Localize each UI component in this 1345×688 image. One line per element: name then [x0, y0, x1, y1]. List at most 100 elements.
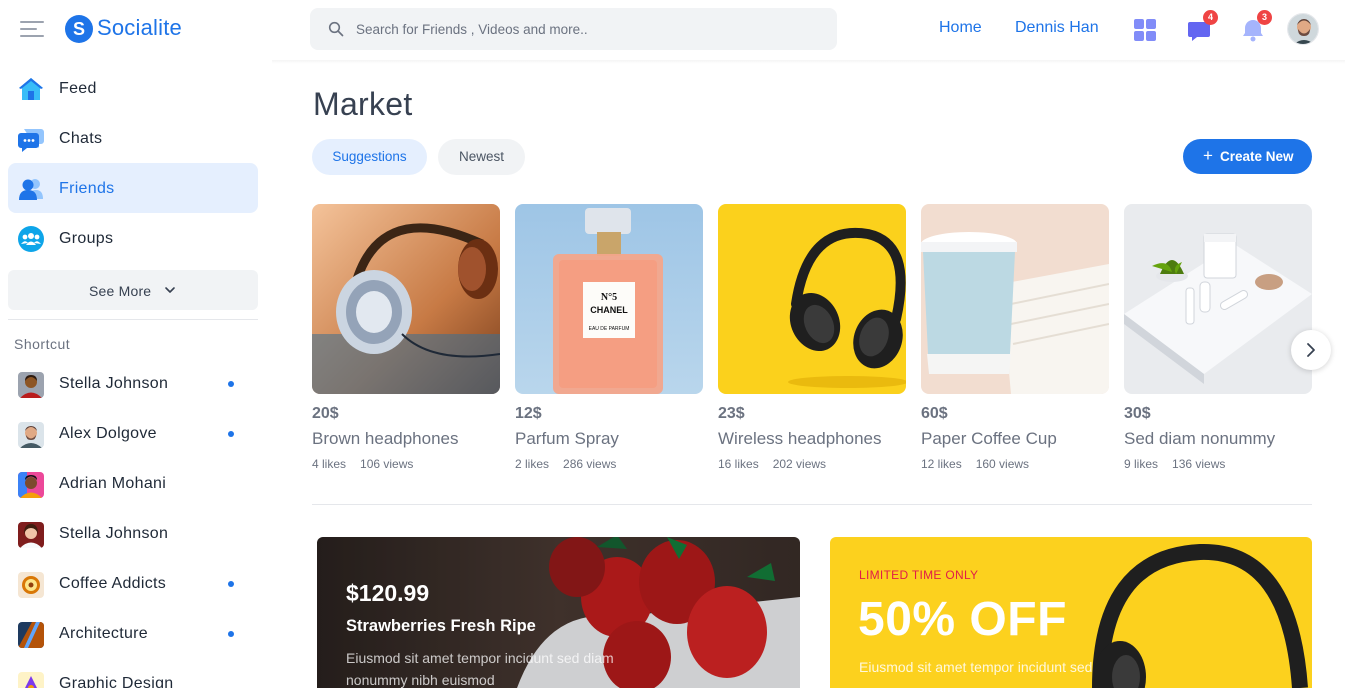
promo-description: Eiusmod sit amet tempor incidunt sed dia… [346, 650, 614, 688]
product-price: 12$ [515, 405, 542, 422]
shortcut-item[interactable]: Architecture [8, 615, 258, 655]
product-card[interactable]: 23$ Wireless headphones 16 likes 202 view… [718, 204, 906, 474]
product-views: 106 views [360, 457, 414, 471]
online-indicator [228, 631, 234, 637]
sidebar-item-feed[interactable]: Feed [8, 63, 258, 113]
menu-icon[interactable] [20, 20, 44, 38]
product-image [1124, 204, 1312, 394]
search-bar[interactable] [310, 8, 837, 50]
online-indicator [228, 431, 234, 437]
shortcut-label: Stella Johnson [59, 375, 169, 392]
home-icon [19, 78, 43, 100]
sidebar-item-chats[interactable]: Chats [8, 113, 258, 163]
user-avatar[interactable] [1287, 13, 1319, 45]
avatar [18, 422, 44, 448]
create-new-button[interactable]: + Create New [1183, 139, 1312, 174]
product-stats: 9 likes 136 views [1124, 457, 1225, 471]
shortcut-label: Architecture [59, 625, 148, 642]
see-more-label: See More [89, 283, 152, 299]
notifications-button[interactable]: 3 [1240, 10, 1272, 43]
product-image [921, 204, 1109, 394]
product-name: Paper Coffee Cup [921, 429, 1057, 448]
promo-kicker: LIMITED TIME ONLY [859, 568, 979, 582]
avatar [18, 672, 44, 688]
product-views: 286 views [563, 457, 617, 471]
avatar [18, 572, 44, 598]
avatar [18, 522, 44, 548]
sidebar: Feed Chats Friends Groups See More Short… [0, 60, 272, 688]
promo-description: Eiusmod sit amet tempor incidunt sed [859, 659, 1093, 675]
page-title: Market [313, 86, 413, 122]
nav-profile-link[interactable]: Dennis Han [1015, 19, 1099, 37]
promo-card-sale[interactable]: LIMITED TIME ONLY 50% OFF Eiusmod sit am… [830, 537, 1312, 688]
online-indicator [228, 381, 234, 387]
nav-home-link[interactable]: Home [939, 19, 982, 37]
product-price: 30$ [1124, 405, 1151, 422]
sidebar-item-label: Groups [59, 230, 114, 247]
shortcut-item[interactable]: Alex Dolgove [8, 415, 258, 455]
product-card[interactable]: N°5 CHANEL EAU DE PARFUM 12$ Parfum Spra… [515, 204, 703, 474]
avatar [18, 622, 44, 648]
product-views: 136 views [1172, 457, 1226, 471]
avatar [18, 372, 44, 398]
product-stats: 12 likes 160 views [921, 457, 1029, 471]
product-price: 60$ [921, 405, 948, 422]
product-name: Wireless headphones [718, 429, 882, 448]
tab-suggestions[interactable]: Suggestions [312, 139, 427, 175]
sidebar-item-label: Friends [59, 180, 115, 197]
sidebar-item-label: Chats [59, 130, 103, 147]
shortcut-item[interactable]: Stella Johnson [8, 365, 258, 405]
product-card[interactable]: 30$ Sed diam nonummy 9 likes 136 views [1124, 204, 1312, 474]
promo-price: $120.99 [346, 580, 430, 606]
bottle-label-brand: CHANEL [590, 305, 628, 315]
app-name[interactable]: Socialite [97, 15, 182, 41]
product-views: 160 views [975, 457, 1030, 471]
product-card[interactable]: 20$ Brown headphones 4 likes 106 views [312, 204, 500, 474]
shortcut-label: Alex Dolgove [59, 425, 157, 442]
product-name: Parfum Spray [515, 429, 619, 448]
promo-headline: 50% OFF [858, 593, 1067, 646]
friends-icon [19, 179, 43, 200]
messages-badge: 4 [1203, 10, 1218, 25]
shortcut-label: Coffee Addicts [59, 575, 167, 592]
sidebar-item-friends[interactable]: Friends [8, 163, 258, 213]
product-name: Brown headphones [312, 429, 459, 448]
messages-button[interactable]: 4 [1186, 10, 1218, 43]
carousel-next-button[interactable] [1291, 330, 1331, 370]
tab-newest[interactable]: Newest [438, 139, 525, 175]
shortcut-label: Adrian Mohani [59, 475, 167, 492]
shortcut-item[interactable]: Adrian Mohani [8, 465, 258, 505]
chat-icon [18, 129, 44, 152]
notifications-badge: 3 [1257, 10, 1272, 25]
product-price: 20$ [312, 405, 339, 422]
see-more-button[interactable]: See More [8, 270, 258, 310]
create-new-label: Create New [1220, 149, 1294, 164]
online-indicator [228, 581, 234, 587]
shortcut-item[interactable]: Graphic Design [8, 665, 258, 688]
product-image [312, 204, 500, 394]
shortcut-item[interactable]: Stella Johnson [8, 515, 258, 555]
search-icon [328, 21, 344, 37]
product-likes: 2 likes [515, 457, 550, 471]
bottle-label-number: N°5 [601, 292, 617, 303]
product-views: 202 views [772, 457, 827, 471]
sidebar-item-groups[interactable]: Groups [8, 213, 258, 263]
section-divider [312, 504, 1312, 505]
product-name: Sed diam nonummy [1124, 429, 1276, 448]
product-card[interactable]: 60$ Paper Coffee Cup 12 likes 160 views [921, 204, 1109, 474]
sidebar-item-label: Feed [59, 80, 97, 97]
product-likes: 9 likes [1124, 457, 1159, 471]
product-stats: 16 likes 202 views [718, 457, 826, 471]
promo-card-strawberries[interactable]: $120.99 Strawberries Fresh Ripe Eiusmod … [317, 537, 800, 688]
search-input[interactable] [356, 8, 816, 50]
avatar [18, 472, 44, 498]
plus-icon: + [1203, 146, 1213, 165]
chevron-down-icon [165, 287, 175, 293]
shortcut-label: Stella Johnson [59, 525, 169, 542]
apps-grid-icon[interactable] [1132, 17, 1158, 43]
shortcut-item[interactable]: Coffee Addicts [8, 565, 258, 605]
product-stats: 2 likes 286 views [515, 457, 616, 471]
groups-icon [18, 226, 44, 252]
product-likes: 16 likes [718, 457, 759, 471]
logo-icon[interactable]: S [65, 15, 93, 43]
